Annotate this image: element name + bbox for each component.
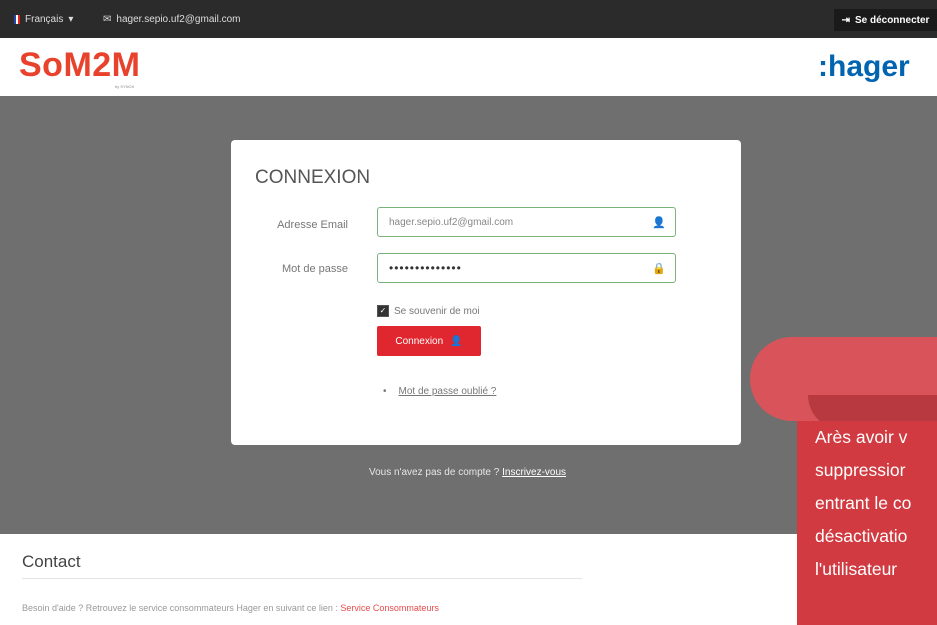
logout-button[interactable]: ⇥ Se déconnecter [834,9,937,31]
email-label: Adresse Email [277,219,348,231]
connexion-button[interactable]: Connexion 👤 [377,326,481,356]
top-bar: Français ▾ ✉ hager.sepio.uf2@gmail.com ⇥… [0,0,937,38]
email-field-value: hager.sepio.uf2@gmail.com [389,217,514,228]
remember-label: Se souvenir de moi [394,305,480,317]
language-selector[interactable]: Français ▾ [14,14,73,25]
callout-line: l'utilisateur [815,559,898,579]
forgot-password-link[interactable]: Mot de passe oublié ? [399,386,497,397]
som2m-logo[interactable]: SoM2M [19,46,141,85]
contact-title: Contact [22,552,81,571]
lock-icon: 🔒 [652,263,666,275]
remember-me[interactable]: ✓ Se souvenir de moi [377,305,480,317]
french-flag-icon [14,15,20,24]
connexion-label: Connexion [395,335,444,347]
envelope-icon: ✉ [103,14,112,25]
password-field-value: •••••••••••••• [389,261,462,275]
user-icon: 👤 [652,217,666,229]
callout-line: Arès avoir v [815,427,908,447]
header [0,38,937,96]
som2m-logo-subtitle: by SYNOX [115,84,135,89]
hager-logo: :hager [818,50,910,83]
language-label: Français [25,14,64,25]
user-icon: 👤 [450,335,463,347]
user-email: ✉ hager.sepio.uf2@gmail.com [103,14,241,25]
caret-down-icon: ▾ [68,14,74,25]
forgot-password: • Mot de passe oublié ? [383,386,496,397]
signup-link[interactable]: Inscrivez-vous [502,467,566,478]
contact-divider [22,578,582,579]
service-consommateurs-link[interactable]: Service Consommateurs [340,603,439,613]
callout-line: suppressior [815,460,906,480]
callout-line: désactivatio [815,526,908,546]
callout-line: entrant le co [815,493,912,513]
password-field[interactable]: •••••••••••••• 🔒 [377,253,676,283]
remember-checkbox[interactable]: ✓ [377,305,389,317]
contact-text: Besoin d'aide ? Retrouvez le service con… [22,603,439,613]
logout-icon: ⇥ [841,14,850,26]
logout-label: Se déconnecter [854,14,930,26]
login-title: CONNEXION [255,167,371,188]
password-label: Mot de passe [281,263,348,275]
signup-text: Vous n'avez pas de compte ? [369,467,500,478]
bullet-icon: • [383,386,387,397]
signup-prompt: Vous n'avez pas de compte ? Inscrivez-vo… [369,467,566,478]
callout-annotation: Arès avoir v suppressior entrant le co d… [797,421,937,625]
email-field[interactable]: hager.sepio.uf2@gmail.com 👤 [377,207,676,237]
contact-description: Besoin d'aide ? Retrouvez le service con… [22,603,338,613]
user-email-text: hager.sepio.uf2@gmail.com [116,14,241,25]
